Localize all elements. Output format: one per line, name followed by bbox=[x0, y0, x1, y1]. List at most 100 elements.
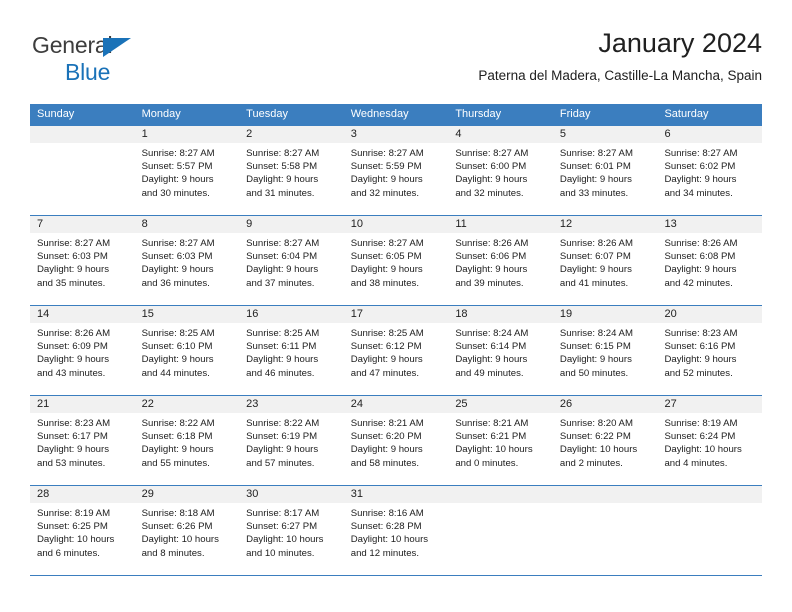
day-cell[interactable]: 22 Sunrise: 8:22 AM Sunset: 6:18 PM Dayl… bbox=[134, 396, 240, 485]
sunrise-text: Sunrise: 8:25 AM bbox=[246, 328, 320, 339]
day-cell[interactable]: 19 Sunrise: 8:24 AM Sunset: 6:15 PM Dayl… bbox=[552, 306, 658, 395]
sunrise-text: Sunrise: 8:20 AM bbox=[559, 418, 633, 429]
day-cell[interactable] bbox=[30, 126, 135, 215]
day-number: 8 bbox=[134, 216, 240, 233]
daylight-text-line1: Daylight: 9 hours bbox=[664, 174, 737, 186]
daylight-text-line2: and 44 minutes. bbox=[141, 367, 210, 379]
sunrise-text: Sunrise: 8:19 AM bbox=[37, 508, 111, 519]
day-number: 25 bbox=[448, 396, 553, 413]
week-row: 28 Sunrise: 8:19 AM Sunset: 6:25 PM Dayl… bbox=[30, 485, 763, 575]
day-details: Sunrise: 8:21 AM Sunset: 6:20 PM Dayligh… bbox=[344, 413, 449, 470]
daylight-text-line2: and 4 minutes. bbox=[664, 457, 728, 469]
day-cell[interactable]: 11 Sunrise: 8:26 AM Sunset: 6:06 PM Dayl… bbox=[448, 216, 553, 305]
sunset-text: Sunset: 5:57 PM bbox=[141, 161, 213, 173]
day-cell[interactable]: 1 Sunrise: 8:27 AM Sunset: 5:57 PM Dayli… bbox=[134, 126, 240, 215]
daylight-text-line1: Daylight: 9 hours bbox=[246, 174, 319, 186]
daylight-text-line1: Daylight: 9 hours bbox=[559, 354, 632, 366]
sunrise-text: Sunrise: 8:16 AM bbox=[350, 508, 424, 519]
day-cell[interactable]: 10 Sunrise: 8:27 AM Sunset: 6:05 PM Dayl… bbox=[343, 216, 449, 305]
day-number: 5 bbox=[552, 126, 658, 143]
sunrise-text: Sunrise: 8:26 AM bbox=[559, 238, 633, 249]
day-cell[interactable]: 6 Sunrise: 8:27 AM Sunset: 6:02 PM Dayli… bbox=[657, 126, 763, 215]
day-cell[interactable]: 31 Sunrise: 8:16 AM Sunset: 6:28 PM Dayl… bbox=[343, 486, 449, 575]
day-cell[interactable]: 21 Sunrise: 8:23 AM Sunset: 6:17 PM Dayl… bbox=[30, 396, 135, 485]
daylight-text-line1: Daylight: 9 hours bbox=[350, 264, 423, 276]
sunrise-text: Sunrise: 8:23 AM bbox=[37, 418, 111, 429]
day-details: Sunrise: 8:19 AM Sunset: 6:24 PM Dayligh… bbox=[657, 413, 762, 470]
daylight-text-line2: and 30 minutes. bbox=[141, 187, 210, 199]
day-cell[interactable]: 25 Sunrise: 8:21 AM Sunset: 6:21 PM Dayl… bbox=[448, 396, 553, 485]
day-cell[interactable]: 30 Sunrise: 8:17 AM Sunset: 6:27 PM Dayl… bbox=[239, 486, 344, 575]
daylight-text-line1: Daylight: 10 hours bbox=[141, 534, 219, 546]
sunset-text: Sunset: 6:05 PM bbox=[350, 251, 422, 263]
daylight-text-line2: and 52 minutes. bbox=[664, 367, 733, 379]
day-cell[interactable]: 24 Sunrise: 8:21 AM Sunset: 6:20 PM Dayl… bbox=[343, 396, 449, 485]
daylight-text-line2: and 32 minutes. bbox=[455, 187, 524, 199]
day-details: Sunrise: 8:26 AM Sunset: 6:06 PM Dayligh… bbox=[448, 233, 553, 290]
day-cell[interactable]: 28 Sunrise: 8:19 AM Sunset: 6:25 PM Dayl… bbox=[30, 486, 135, 575]
day-cell[interactable]: 3 Sunrise: 8:27 AM Sunset: 5:59 PM Dayli… bbox=[343, 126, 449, 215]
day-cell[interactable]: 5 Sunrise: 8:27 AM Sunset: 6:01 PM Dayli… bbox=[552, 126, 658, 215]
sunset-text: Sunset: 6:03 PM bbox=[141, 251, 213, 263]
day-number bbox=[657, 486, 763, 503]
sunrise-text: Sunrise: 8:22 AM bbox=[141, 418, 215, 429]
day-cell[interactable] bbox=[448, 486, 553, 575]
daylight-text-line2: and 50 minutes. bbox=[559, 367, 629, 379]
day-cell[interactable]: 12 Sunrise: 8:26 AM Sunset: 6:07 PM Dayl… bbox=[552, 216, 658, 305]
day-cell[interactable]: 18 Sunrise: 8:24 AM Sunset: 6:14 PM Dayl… bbox=[448, 306, 553, 395]
sunrise-text: Sunrise: 8:19 AM bbox=[664, 418, 738, 429]
day-number: 29 bbox=[134, 486, 240, 503]
daylight-text-line1: Daylight: 9 hours bbox=[141, 174, 214, 186]
day-cell[interactable]: 29 Sunrise: 8:18 AM Sunset: 6:26 PM Dayl… bbox=[134, 486, 240, 575]
day-number bbox=[30, 126, 135, 143]
day-number: 19 bbox=[552, 306, 658, 323]
day-cell[interactable] bbox=[552, 486, 658, 575]
day-number: 20 bbox=[657, 306, 763, 323]
day-cell[interactable]: 16 Sunrise: 8:25 AM Sunset: 6:11 PM Dayl… bbox=[239, 306, 344, 395]
day-details: Sunrise: 8:26 AM Sunset: 6:07 PM Dayligh… bbox=[553, 233, 658, 290]
day-number: 21 bbox=[30, 396, 135, 413]
daylight-text-line1: Daylight: 9 hours bbox=[455, 354, 528, 366]
day-number bbox=[552, 486, 658, 503]
day-number: 18 bbox=[448, 306, 553, 323]
day-number: 17 bbox=[343, 306, 449, 323]
day-cell[interactable]: 7 Sunrise: 8:27 AM Sunset: 6:03 PM Dayli… bbox=[30, 216, 135, 305]
day-details: Sunrise: 8:19 AM Sunset: 6:25 PM Dayligh… bbox=[30, 503, 135, 560]
daylight-text-line2: and 6 minutes. bbox=[37, 547, 100, 559]
day-cell[interactable]: 4 Sunrise: 8:27 AM Sunset: 6:00 PM Dayli… bbox=[448, 126, 553, 215]
sunrise-text: Sunrise: 8:27 AM bbox=[141, 148, 215, 159]
day-cell[interactable]: 15 Sunrise: 8:25 AM Sunset: 6:10 PM Dayl… bbox=[134, 306, 240, 395]
day-cell[interactable]: 20 Sunrise: 8:23 AM Sunset: 6:16 PM Dayl… bbox=[657, 306, 763, 395]
day-details: Sunrise: 8:27 AM Sunset: 5:58 PM Dayligh… bbox=[239, 143, 344, 200]
day-cell[interactable] bbox=[657, 486, 763, 575]
day-details: Sunrise: 8:23 AM Sunset: 6:16 PM Dayligh… bbox=[657, 323, 762, 380]
daylight-text-line2: and 41 minutes. bbox=[559, 277, 629, 289]
day-cell[interactable]: 23 Sunrise: 8:22 AM Sunset: 6:19 PM Dayl… bbox=[239, 396, 344, 485]
daylight-text-line1: Daylight: 9 hours bbox=[37, 444, 109, 456]
day-cell[interactable]: 9 Sunrise: 8:27 AM Sunset: 6:04 PM Dayli… bbox=[239, 216, 344, 305]
sunrise-text: Sunrise: 8:26 AM bbox=[37, 328, 111, 339]
day-cell[interactable]: 13 Sunrise: 8:26 AM Sunset: 6:08 PM Dayl… bbox=[657, 216, 763, 305]
weekday-thursday: Thursday bbox=[455, 108, 502, 120]
day-details: Sunrise: 8:17 AM Sunset: 6:27 PM Dayligh… bbox=[239, 503, 344, 560]
day-details: Sunrise: 8:25 AM Sunset: 6:10 PM Dayligh… bbox=[135, 323, 240, 380]
day-number: 12 bbox=[552, 216, 658, 233]
day-cell[interactable]: 27 Sunrise: 8:19 AM Sunset: 6:24 PM Dayl… bbox=[657, 396, 763, 485]
day-number: 3 bbox=[343, 126, 449, 143]
day-number: 22 bbox=[134, 396, 240, 413]
day-details: Sunrise: 8:26 AM Sunset: 6:09 PM Dayligh… bbox=[30, 323, 135, 380]
calendar-grid: Sunday Monday Tuesday Wednesday Thursday… bbox=[30, 104, 763, 576]
day-cell[interactable]: 17 Sunrise: 8:25 AM Sunset: 6:12 PM Dayl… bbox=[343, 306, 449, 395]
day-cell[interactable]: 26 Sunrise: 8:20 AM Sunset: 6:22 PM Dayl… bbox=[552, 396, 658, 485]
logo-text-blue: Blue bbox=[65, 59, 111, 85]
sunset-text: Sunset: 6:21 PM bbox=[455, 431, 527, 443]
sunrise-text: Sunrise: 8:17 AM bbox=[246, 508, 320, 519]
sunrise-text: Sunrise: 8:24 AM bbox=[455, 328, 529, 339]
day-cell[interactable]: 2 Sunrise: 8:27 AM Sunset: 5:58 PM Dayli… bbox=[239, 126, 344, 215]
day-cell[interactable]: 14 Sunrise: 8:26 AM Sunset: 6:09 PM Dayl… bbox=[30, 306, 135, 395]
generalblue-logo: General Blue bbox=[32, 34, 232, 92]
daylight-text-line2: and 32 minutes. bbox=[350, 187, 420, 199]
weekday-monday: Monday bbox=[141, 108, 181, 120]
day-details: Sunrise: 8:25 AM Sunset: 6:12 PM Dayligh… bbox=[344, 323, 449, 380]
day-cell[interactable]: 8 Sunrise: 8:27 AM Sunset: 6:03 PM Dayli… bbox=[134, 216, 240, 305]
